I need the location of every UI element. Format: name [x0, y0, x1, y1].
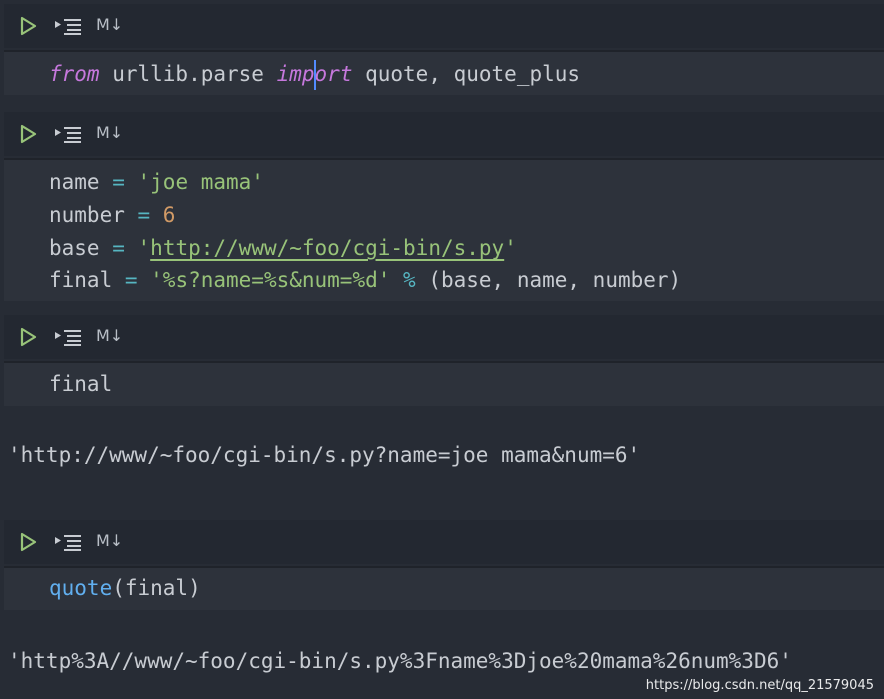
- run-cell-icon[interactable]: [18, 124, 38, 144]
- run-by-line-icon[interactable]: [54, 328, 84, 346]
- code-cell[interactable]: name = 'joe mama' number = 6 base = 'htt…: [4, 158, 884, 301]
- code-line: base = 'http://www/~foo/cgi-bin/s.py': [49, 236, 517, 260]
- code-line: quote(final): [49, 576, 201, 600]
- url-link[interactable]: http://www/~foo/cgi-bin/s.py: [150, 236, 504, 260]
- cell-toolbar: M↓: [4, 4, 884, 48]
- run-by-line-icon[interactable]: [54, 533, 84, 551]
- run-cell-icon[interactable]: [18, 327, 38, 347]
- markdown-toggle[interactable]: M↓: [96, 531, 123, 550]
- cell-toolbar: M↓: [4, 315, 884, 359]
- markdown-toggle[interactable]: M↓: [96, 326, 123, 345]
- watermark: https://blog.csdn.net/qq_21579045: [645, 678, 874, 693]
- notebook: M↓ from urllib.parse import quote, quote…: [0, 0, 884, 699]
- code-line: from urllib.parse import quote, quote_pl…: [49, 60, 580, 90]
- run-cell-icon[interactable]: [18, 16, 38, 36]
- code-line: number = 6: [49, 203, 176, 227]
- code-cell[interactable]: quote(final): [4, 566, 884, 610]
- cell-toolbar: M↓: [4, 520, 884, 564]
- cell-toolbar: M↓: [4, 112, 884, 156]
- run-by-line-icon[interactable]: [54, 17, 84, 35]
- run-cell-icon[interactable]: [18, 532, 38, 552]
- code-line: name = 'joe mama': [49, 170, 264, 194]
- run-by-line-icon[interactable]: [54, 125, 84, 143]
- code-line: final: [49, 372, 113, 396]
- code-line: final = '%s?name=%s&num=%d' % (base, nam…: [49, 268, 682, 292]
- code-cell[interactable]: final: [4, 361, 884, 406]
- markdown-toggle[interactable]: M↓: [96, 123, 123, 142]
- cell-output: 'http%3A//www/~foo/cgi-bin/s.py%3Fname%3…: [8, 649, 792, 673]
- code-cell[interactable]: from urllib.parse import quote, quote_pl…: [4, 50, 884, 95]
- markdown-toggle[interactable]: M↓: [96, 15, 123, 34]
- cell-output: 'http://www/~foo/cgi-bin/s.py?name=joe m…: [8, 443, 641, 467]
